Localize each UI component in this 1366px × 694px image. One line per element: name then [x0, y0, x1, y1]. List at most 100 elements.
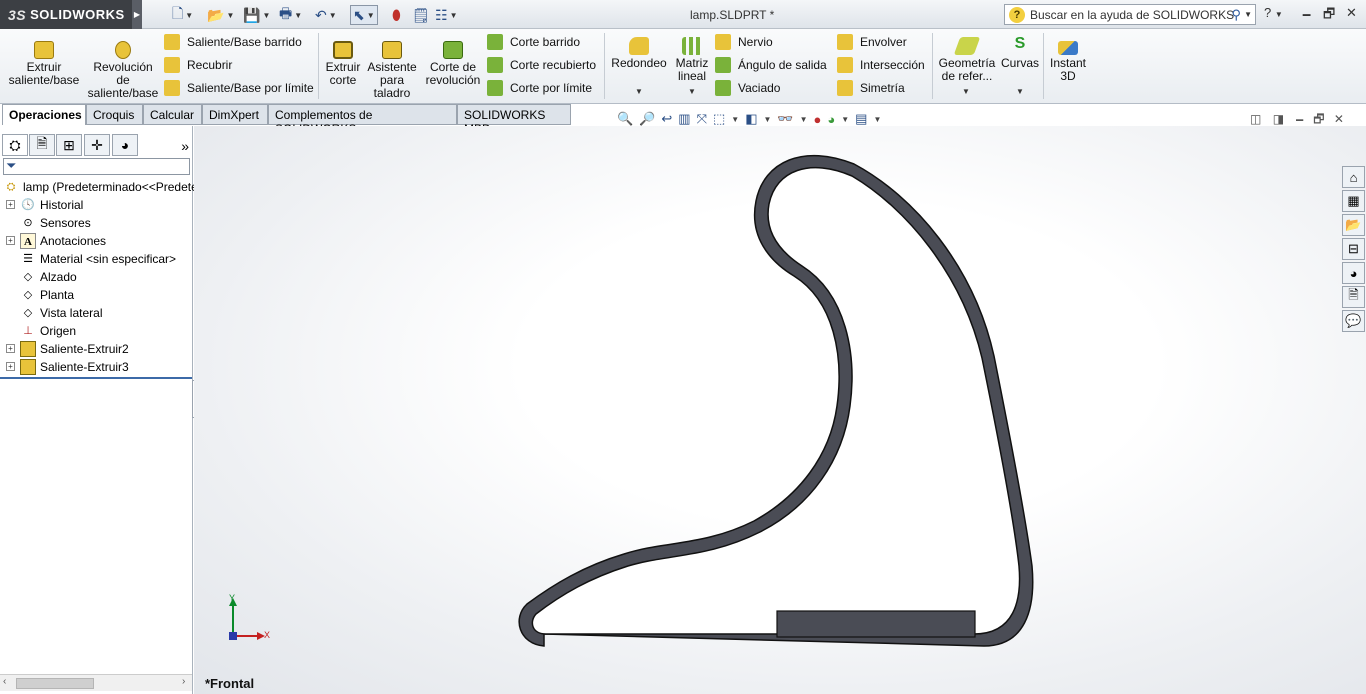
curves-button[interactable]: S Curvas — [1000, 36, 1040, 70]
fillet-button[interactable]: Redondeo — [610, 37, 668, 70]
boundary-cut-button[interactable]: Corte por límite — [487, 80, 592, 96]
view-palette-icon[interactable]: ⊟ — [1342, 238, 1365, 260]
viewport-restore-icon[interactable]: 🗗 — [1313, 112, 1324, 126]
tab-dimxpert[interactable]: DimXpert — [202, 104, 268, 125]
extrude-boss-button[interactable]: Extruir saliente/base — [8, 41, 80, 87]
print-button[interactable]: 🖶 ▼ — [279, 5, 302, 25]
feature-filter-input[interactable]: ⏷ — [3, 158, 190, 175]
reference-geometry-button[interactable]: Geometría de refer... — [937, 37, 997, 83]
configuration-manager-tab-icon[interactable]: ⊞ — [56, 134, 82, 156]
new-document-button[interactable]: 🗋 ▼ — [172, 5, 193, 25]
zoom-area-icon[interactable]: 🔎 — [639, 111, 655, 127]
loft-boss-button[interactable]: Recubrir — [164, 57, 232, 73]
property-manager-tab-icon[interactable]: 🗎 — [29, 134, 55, 156]
undo-button[interactable]: ↶ ▼ — [315, 5, 337, 25]
tab-mbd[interactable]: SOLIDWORKS MBD — [457, 104, 571, 136]
boundary-boss-button[interactable]: Saliente/Base por límite — [164, 80, 314, 96]
apply-scene-icon[interactable]: ◕ — [827, 112, 835, 127]
custom-properties-icon[interactable]: 🗎 — [1342, 286, 1365, 308]
help-button[interactable]: ? ▼ — [1264, 5, 1283, 20]
swept-cut-button[interactable]: Corte barrido — [487, 34, 580, 50]
tree-item-vista-lateral[interactable]: ◇ Vista lateral — [20, 304, 103, 322]
extrude-cut-button[interactable]: Extruir corte — [322, 41, 364, 87]
design-library-icon[interactable]: ▦ — [1342, 190, 1365, 212]
revolve-cut-button[interactable]: Corte de revolución — [424, 41, 482, 87]
expand-icon[interactable]: + — [6, 362, 15, 371]
hide-show-items-icon[interactable]: 👓 — [777, 111, 793, 127]
wrap-button[interactable]: Envolver — [837, 34, 907, 50]
linear-pattern-button[interactable]: Matriz lineal — [674, 37, 710, 83]
panel-horizontal-scrollbar[interactable]: ‹ › — [0, 674, 192, 691]
options-button[interactable]: ☷ ▼ — [435, 5, 457, 25]
help-search-input[interactable]: Buscar en la ayuda de SOLIDWORKS — [1030, 8, 1234, 22]
expand-icon[interactable]: + — [6, 344, 15, 353]
draft-button[interactable]: Ángulo de salida — [715, 57, 827, 73]
shell-button[interactable]: Vaciado — [715, 80, 780, 96]
curves-dropdown-icon[interactable]: ▼ — [1016, 87, 1024, 96]
tree-item-origen[interactable]: ⊥ Origen — [20, 322, 76, 340]
restore-button[interactable]: 🗗 — [1323, 5, 1335, 27]
expand-icon[interactable]: + — [6, 236, 15, 245]
minimize-button[interactable]: 🗕 — [1302, 5, 1311, 27]
appearances-icon[interactable]: ◕ — [1342, 262, 1365, 284]
lofted-cut-button[interactable]: Corte recubierto — [487, 57, 596, 73]
search-icon[interactable]: ⚲ — [1231, 7, 1241, 23]
scroll-right-icon[interactable]: › — [182, 676, 185, 687]
rebuild-button[interactable]: ⬮ — [392, 5, 401, 25]
search-dropdown-icon[interactable]: ▼ — [1244, 10, 1252, 19]
close-button[interactable]: ✕ — [1346, 5, 1357, 21]
previous-view-icon[interactable]: ↩ — [661, 111, 672, 127]
fillet-dropdown-icon[interactable]: ▼ — [635, 87, 643, 96]
lamp-model[interactable] — [194, 126, 1366, 694]
tab-calcular[interactable]: Calcular — [143, 104, 202, 125]
zoom-to-fit-icon[interactable]: 🔍 — [617, 111, 633, 127]
feature-tree-tab-icon[interactable]: ⛭ — [2, 134, 28, 156]
section-view-icon[interactable]: ▥ — [678, 111, 690, 127]
scroll-thumb[interactable] — [16, 678, 94, 689]
ref-geometry-dropdown-icon[interactable]: ▼ — [962, 87, 970, 96]
tree-item-material[interactable]: ☰ Material <sin especificar> — [20, 250, 176, 268]
mirror-button[interactable]: Simetría — [837, 80, 905, 96]
viewport-close-icon[interactable]: ✕ — [1334, 112, 1344, 126]
home-icon[interactable]: ⌂ — [1342, 166, 1365, 188]
tab-operaciones[interactable]: Operaciones — [2, 104, 86, 125]
forum-icon[interactable]: 💬 — [1342, 310, 1365, 332]
file-explorer-icon[interactable]: 📂 — [1342, 214, 1365, 236]
view-orientation-icon[interactable]: ⬚ — [713, 111, 725, 127]
panel-expand-icon[interactable]: » — [181, 138, 189, 154]
select-button[interactable]: ⬉ ▼ — [350, 5, 378, 25]
tree-item-saliente-extruir3[interactable]: Saliente-Extruir3 — [20, 358, 129, 376]
intersect-button[interactable]: Intersección — [837, 57, 925, 73]
tree-item-anotaciones[interactable]: A Anotaciones — [20, 232, 106, 250]
open-button[interactable]: 📂 ▼ — [207, 5, 234, 25]
display-style-icon[interactable]: ◧ — [745, 111, 757, 127]
tab-croquis[interactable]: Croquis — [86, 104, 143, 125]
single-view-icon[interactable]: ◨ — [1273, 112, 1284, 126]
tree-item-alzado[interactable]: ◇ Alzado — [20, 268, 77, 286]
tree-item-historial[interactable]: 🕓 Historial — [20, 196, 83, 214]
hole-wizard-button[interactable]: Asistente para taladro — [366, 41, 418, 100]
view-settings-icon[interactable]: ▤ — [855, 111, 867, 127]
solidworks-logo[interactable]: 3S SOLIDWORKS — [0, 0, 132, 29]
tree-item-saliente-extruir2[interactable]: Saliente-Extruir2 — [20, 340, 129, 358]
help-search-box[interactable]: ? Buscar en la ayuda de SOLIDWORKS ⚲ ▼ — [1004, 4, 1256, 25]
pattern-dropdown-icon[interactable]: ▼ — [688, 87, 696, 96]
viewport-minimize-icon[interactable]: 🗕 — [1295, 112, 1304, 126]
revolve-boss-button[interactable]: Revolución de saliente/base — [86, 41, 160, 100]
tree-item-planta[interactable]: ◇ Planta — [20, 286, 74, 304]
swept-boss-button[interactable]: Saliente/Base barrido — [164, 34, 302, 50]
scroll-left-icon[interactable]: ‹ — [3, 676, 6, 687]
expand-icon[interactable]: + — [6, 200, 15, 209]
dimxpert-manager-tab-icon[interactable]: ✛ — [84, 134, 110, 156]
instant3d-button[interactable]: Instant 3D — [1048, 41, 1088, 83]
split-view-icon[interactable]: ◫ — [1250, 112, 1261, 126]
rib-button[interactable]: Nervio — [715, 34, 773, 50]
edit-appearance-icon[interactable]: ● — [814, 112, 822, 127]
tab-complementos[interactable]: Complementos de SOLIDWORKS — [268, 104, 457, 136]
menu-expand-icon[interactable]: ▶ — [132, 0, 142, 29]
save-button[interactable]: 💾 ▼ — [243, 5, 270, 25]
display-manager-tab-icon[interactable]: ◕ — [112, 134, 138, 156]
file-properties-button[interactable]: 🗒 — [412, 5, 430, 25]
tree-item-sensores[interactable]: ⊙ Sensores — [20, 214, 90, 232]
dynamic-annotation-icon[interactable]: ⤧ — [697, 111, 707, 127]
